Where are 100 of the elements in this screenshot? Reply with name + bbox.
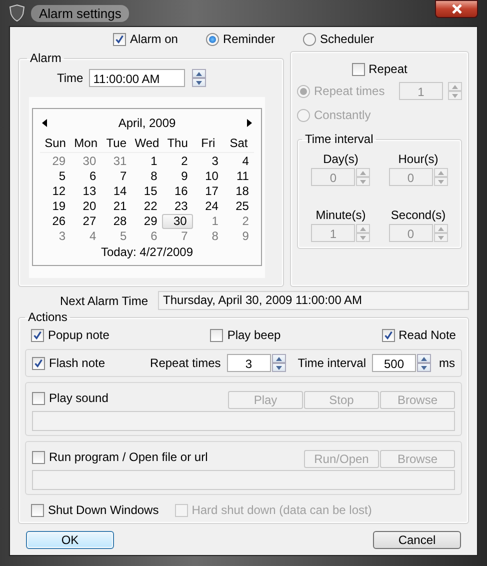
field-label: Repeat times (150, 356, 221, 370)
checkbox[interactable] (210, 328, 224, 342)
calendar-day[interactable]: 31 (101, 154, 132, 169)
checkbox[interactable] (112, 32, 126, 46)
calendar-day[interactable]: 25 (223, 199, 254, 214)
weekday-label: Thu (166, 136, 189, 150)
previous-month-icon[interactable] (42, 119, 47, 127)
checkbox-label: Repeat (368, 62, 408, 76)
calendar-day[interactable]: 4 (70, 229, 102, 244)
next-month-icon[interactable] (247, 119, 252, 127)
group-title: Time interval (304, 132, 374, 146)
field-label: Day(s) (323, 152, 358, 166)
calendar-day[interactable]: 7 (101, 169, 132, 184)
checkbox-label: Flash note (49, 356, 106, 370)
calendar-day[interactable]: 7 (162, 229, 193, 244)
checkbox[interactable] (32, 356, 45, 370)
calendar-day[interactable]: 11 (223, 169, 254, 184)
calendar-day[interactable]: 2 (223, 214, 254, 229)
calendar-day[interactable]: 12 (40, 184, 71, 199)
shield-icon (9, 4, 25, 22)
field-label: Second(s) (390, 208, 446, 222)
calendar-day[interactable]: 16 (162, 184, 193, 199)
calendar-day[interactable]: 24 (192, 199, 224, 214)
next-alarm-label: Next Alarm Time (60, 294, 148, 308)
checkbox-label: Play beep (227, 328, 281, 342)
calendar-day[interactable]: 1 (132, 154, 162, 169)
radio-button[interactable] (206, 32, 219, 46)
spin-up-button[interactable] (192, 69, 206, 78)
calendar-day[interactable]: 26 (40, 214, 71, 229)
calendar-month: April, 2009 (118, 116, 176, 130)
calendar-day[interactable]: 30 (162, 214, 193, 229)
weekday-label: Tue (105, 136, 128, 150)
calendar-day[interactable]: 6 (70, 169, 102, 184)
time-field[interactable]: 11:00:00 AM (89, 69, 186, 87)
calendar-day[interactable]: 15 (132, 184, 162, 199)
calendar-day[interactable]: 4 (223, 154, 254, 169)
radio-button[interactable] (303, 32, 316, 46)
group-title: Alarm (29, 51, 62, 65)
checkbox[interactable] (32, 450, 45, 464)
checkbox[interactable] (382, 328, 395, 342)
calendar-day[interactable]: 5 (101, 229, 132, 244)
group-title: Actions (27, 310, 68, 324)
radio-label: Reminder (222, 32, 275, 46)
calendar-day[interactable]: 6 (132, 229, 162, 244)
checkbox[interactable] (31, 504, 44, 516)
close-button[interactable] (435, 0, 478, 18)
calendar-day[interactable]: 14 (101, 184, 132, 199)
spin-down-button[interactable] (417, 363, 431, 372)
calendar-day[interactable]: 27 (70, 214, 102, 229)
next-alarm-field: Thursday, April 30, 2009 11:00:00 AM (158, 291, 469, 310)
calendar-day[interactable]: 29 (40, 154, 71, 169)
close-icon[interactable] (450, 4, 462, 14)
checkbox[interactable] (31, 328, 44, 342)
calendar-day[interactable]: 19 (40, 199, 71, 214)
checkbox-label: Read Note (398, 328, 456, 342)
calendar-day[interactable]: 5 (40, 169, 71, 184)
calendar-day[interactable]: 20 (70, 199, 102, 214)
radio-label: Repeat times (314, 84, 385, 98)
sound-file-field[interactable] (32, 411, 455, 431)
weekday-label: Sat (228, 136, 249, 150)
calendar-day[interactable]: 28 (101, 214, 132, 229)
spin-down-button[interactable] (272, 363, 286, 372)
calendar-day[interactable]: 10 (192, 169, 224, 184)
calendar-day[interactable]: 22 (132, 199, 162, 214)
calendar-day[interactable]: 9 (162, 169, 193, 184)
weekday-label: Wed (134, 136, 160, 150)
calendar-day[interactable]: 18 (223, 184, 254, 199)
window-title: Alarm settings (31, 4, 130, 22)
weekday-label: Sun (44, 136, 67, 150)
calendar-day[interactable]: 13 (70, 184, 102, 199)
calendar-day[interactable]: 2 (162, 154, 193, 169)
calendar-day[interactable]: 3 (192, 154, 224, 169)
calendar-day[interactable]: 23 (162, 199, 193, 214)
program-path-field[interactable] (32, 470, 455, 490)
checkbox-label: Hard shut down (data can be lost) (192, 503, 372, 517)
weekday-label: Mon (73, 136, 99, 150)
calendar-day[interactable]: 9 (223, 229, 254, 244)
calendar-day[interactable]: 8 (132, 169, 162, 184)
calendar-day[interactable]: 29 (132, 214, 162, 229)
unit-label: ms (439, 356, 455, 370)
spin-down-button[interactable] (192, 78, 206, 87)
checkbox[interactable] (32, 392, 45, 404)
ok-button[interactable]: OK (26, 531, 114, 549)
field-label: Minute(s) (316, 208, 366, 222)
time-label: Time (57, 71, 84, 85)
repeat-times-field[interactable]: 3 (226, 354, 271, 372)
time-interval-field[interactable]: 500 (372, 354, 416, 372)
checkbox-label: Alarm on (130, 32, 178, 46)
field-label: Time interval (298, 356, 366, 370)
calendar-day[interactable]: 3 (40, 229, 71, 244)
spin-up-button[interactable] (272, 354, 286, 363)
today-link[interactable]: Today: 4/27/2009 (40, 245, 254, 259)
calendar-day[interactable]: 17 (192, 184, 224, 199)
spin-up-button[interactable] (417, 354, 431, 363)
calendar-day[interactable]: 8 (192, 229, 224, 244)
cancel-button[interactable]: Cancel (373, 531, 461, 549)
calendar-day[interactable]: 30 (70, 154, 102, 169)
calendar-day[interactable]: 1 (192, 214, 224, 229)
checkbox-label: Shut Down Windows (48, 503, 159, 517)
calendar-day[interactable]: 21 (101, 199, 132, 214)
